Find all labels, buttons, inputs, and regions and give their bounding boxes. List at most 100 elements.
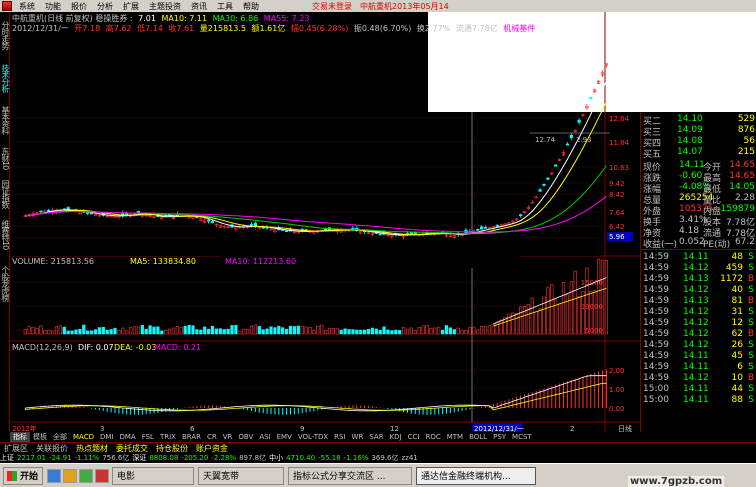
indicator-tab[interactable]: VOL-TDX xyxy=(295,433,331,441)
indicator-tab[interactable]: EMV xyxy=(274,433,295,441)
quote-stat-row[interactable]: 收益(一) 0.052 PE(动) 67.2 xyxy=(641,237,756,250)
taskbar-task-broadband[interactable]: 天翼宽带 xyxy=(198,466,284,485)
menu-help[interactable]: 帮助 xyxy=(238,1,264,12)
tick-row[interactable]: 14:59 14.12 40 S xyxy=(641,285,756,296)
quote-stat-row[interactable]: 涨跌 -0.60 最高 14.65 xyxy=(641,171,756,184)
indicator-tab[interactable]: MACD xyxy=(70,433,97,441)
menu-extend[interactable]: 扩展 xyxy=(118,1,144,12)
extension-tab[interactable]: 关联报价 xyxy=(32,443,72,454)
tick-time: 14:59 xyxy=(643,252,669,262)
tick-row[interactable]: 14:59 14.11 6 S xyxy=(641,362,756,373)
annotation-value: 2.93 xyxy=(576,136,592,144)
menu-theme-invest[interactable]: 主题投资 xyxy=(144,1,186,12)
indicator-tab[interactable]: SAR xyxy=(366,433,386,441)
extension-tab[interactable]: 账户资金 xyxy=(192,443,232,454)
candle-body xyxy=(476,229,480,231)
extension-tab[interactable]: 热点题材 xyxy=(72,443,112,454)
price-axis-label: 7.64 xyxy=(609,209,625,217)
side-tab-weisaite[interactable]: 维赛特10 xyxy=(0,214,10,256)
volume-bar xyxy=(359,329,363,335)
trade-login-status[interactable]: 交易未登录 xyxy=(312,1,352,12)
tick-row[interactable]: 14:59 14.11 48 S xyxy=(641,252,756,263)
side-tab-technical[interactable]: 技术分析 xyxy=(0,58,10,98)
side-tab-fundamentals[interactable]: 基本资料 xyxy=(0,100,10,140)
tick-row[interactable]: 14:59 14.12 10 B xyxy=(641,373,756,384)
index-value: 中小 xyxy=(269,454,284,462)
kline-chart-svg[interactable]: 12.64 11.84 10.63 9.42 8.42 7.64 6.42 5.96 12.74… xyxy=(10,12,640,432)
taskbar-task-forum[interactable]: 指标公式分享交流区 ... xyxy=(288,466,412,485)
quote-buy-row[interactable]: 买二 14.10 529 xyxy=(641,114,756,127)
menu-news[interactable]: 资讯 xyxy=(186,1,212,12)
quicklaunch-browser-icon[interactable] xyxy=(47,468,61,483)
menu-function[interactable]: 功能 xyxy=(40,1,66,12)
indicator-tab[interactable]: 模板 xyxy=(30,432,50,442)
taskbar-task-tdx[interactable]: 通达信金融终端机构... xyxy=(416,466,536,485)
tick-time: 14:59 xyxy=(643,373,669,383)
indicator-tab[interactable]: CCI xyxy=(405,433,423,441)
volume-bar xyxy=(308,327,312,335)
tick-row[interactable]: 14:59 14.12 459 S xyxy=(641,263,756,274)
tick-row[interactable]: 15:00 14.11 44 S xyxy=(641,384,756,395)
side-tab-dragon-tiger[interactable]: 个股龙虎榜 xyxy=(0,258,10,308)
extension-tab[interactable]: 持仓股份 xyxy=(152,443,192,454)
indicator-tab[interactable]: MCST xyxy=(509,433,535,441)
indicator-tab[interactable]: DMA xyxy=(116,433,138,441)
menu-system[interactable]: 系统 xyxy=(14,1,40,12)
app-icon[interactable] xyxy=(2,1,12,11)
quote-stat-row[interactable]: 外盘 105375 内盘 159879 xyxy=(641,204,756,217)
quote-buy-row[interactable]: 买五 14.07 215 xyxy=(641,147,756,160)
tick-row[interactable]: 14:59 14.12 31 S xyxy=(641,307,756,318)
menu-tools[interactable]: 工具 xyxy=(212,1,238,12)
indicator-tab[interactable]: KDJ xyxy=(387,433,405,441)
taskbar-task-movie[interactable]: 电影 xyxy=(112,466,194,485)
menu-analysis[interactable]: 分析 xyxy=(92,1,118,12)
quote-buy-row[interactable]: 买三 14.09 876 xyxy=(641,125,756,138)
menu-quote[interactable]: 报价 xyxy=(66,1,92,12)
quicklaunch-app-icon[interactable] xyxy=(79,468,93,483)
indicator-tab[interactable]: MTM xyxy=(444,433,466,441)
indicator-tab[interactable]: WR xyxy=(349,433,367,441)
tick-row[interactable]: 14:59 14.13 81 B xyxy=(641,296,756,307)
macd-label: MACD(12,26,9) xyxy=(12,343,73,352)
indicator-tab[interactable]: TRIX xyxy=(157,433,179,441)
indicator-tab[interactable]: ASI xyxy=(256,433,273,441)
indicator-tab[interactable]: PSY xyxy=(490,433,509,441)
quote-stat-row[interactable]: 涨幅 -4.08% 最低 14.05 xyxy=(641,182,756,195)
quote-stat-row[interactable]: 净资 4.18 流通 7.78亿 xyxy=(641,226,756,239)
price-overlay-block xyxy=(10,244,600,256)
tick-row[interactable]: 15:00 14.11 88 S xyxy=(641,395,756,406)
side-tab-intraday[interactable]: 分时走势 xyxy=(0,14,10,56)
quicklaunch-media-icon[interactable] xyxy=(95,468,109,483)
extension-tab[interactable]: 委托成交 xyxy=(112,443,152,454)
volume-bar xyxy=(277,325,281,335)
quote-stat-row[interactable]: 现价 14.11 今开 14.65 xyxy=(641,160,756,173)
price-axis-label: 8.42 xyxy=(609,191,625,199)
extension-tab[interactable]: 扩展区 xyxy=(0,443,32,454)
indicator-tab[interactable]: OBV xyxy=(235,433,256,441)
start-button[interactable]: 开始 xyxy=(3,466,43,485)
quote-stat-row[interactable]: 总量 265254 量比 2.28 xyxy=(641,193,756,206)
candle-body xyxy=(569,134,573,138)
indicator-tab[interactable]: FSL xyxy=(139,433,157,441)
side-tab-dongcai[interactable]: 东财10 xyxy=(0,142,10,174)
indicator-tab[interactable]: 全部 xyxy=(50,432,70,442)
indicator-tab[interactable]: ROC xyxy=(422,433,443,441)
indicator-tab[interactable]: VR xyxy=(220,433,236,441)
tick-row[interactable]: 14:59 14.12 62 B xyxy=(641,329,756,340)
stat-value: 2.28 xyxy=(734,193,755,203)
tick-row[interactable]: 14:59 14.12 12 S xyxy=(641,318,756,329)
tick-row[interactable]: 14:59 14.13 1172 B xyxy=(641,274,756,285)
indicator-tab[interactable]: BOLL xyxy=(466,433,490,441)
tick-row[interactable]: 14:59 14.12 26 S xyxy=(641,340,756,351)
kline-chart-area[interactable]: 12.64 11.84 10.63 9.42 8.42 7.64 6.42 5.96 12.74… xyxy=(10,12,640,432)
indicator-tab[interactable]: BRAR xyxy=(179,433,204,441)
indicator-tab[interactable]: CR xyxy=(204,433,220,441)
indicator-tab[interactable]: DMI xyxy=(97,433,117,441)
side-tab-index[interactable]: 园证指数 xyxy=(0,176,10,212)
quicklaunch-folder-icon[interactable] xyxy=(63,468,77,483)
quote-stat-row[interactable]: 换手 3.41% 股本 7.78亿 xyxy=(641,215,756,228)
quote-buy-row[interactable]: 买四 14.08 56 xyxy=(641,136,756,149)
tick-row[interactable]: 14:59 14.11 45 S xyxy=(641,351,756,362)
indicator-tab[interactable]: RSI xyxy=(331,433,348,441)
indicator-tab[interactable]: 指标 xyxy=(10,432,30,442)
